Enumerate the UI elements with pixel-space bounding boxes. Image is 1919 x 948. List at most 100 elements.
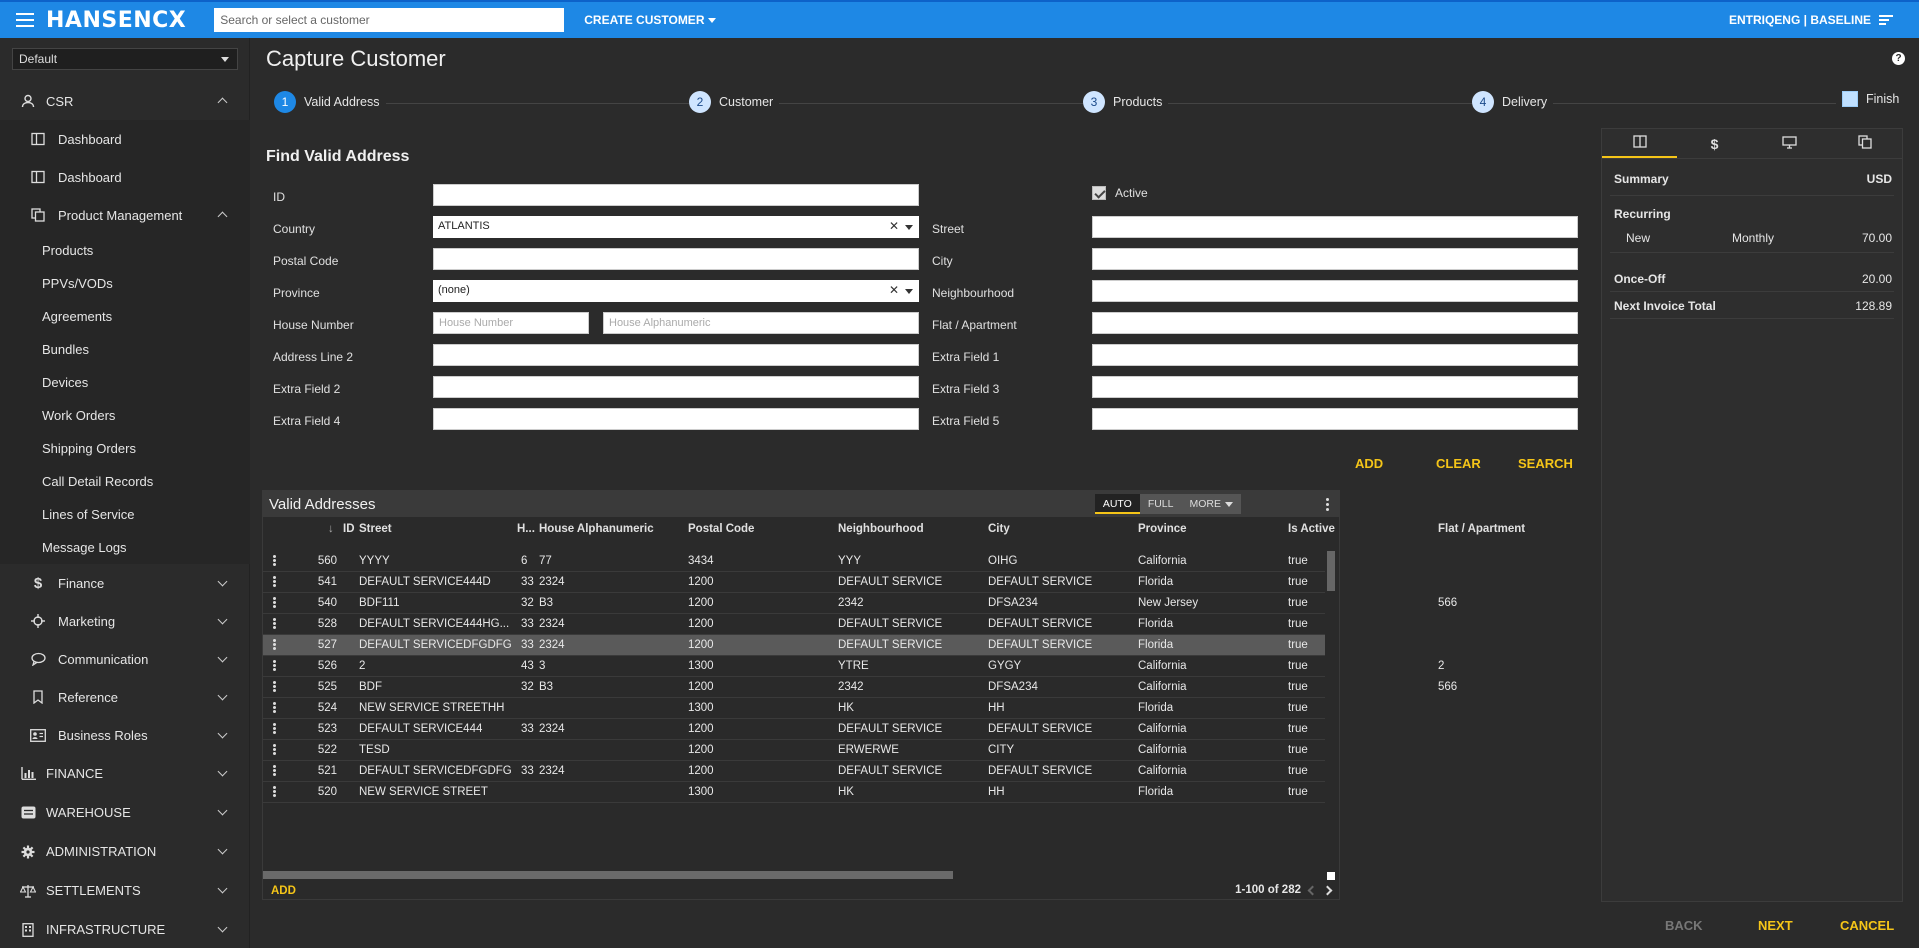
row-options-icon[interactable] <box>273 576 276 588</box>
help-icon[interactable]: ? <box>1892 52 1905 65</box>
summary-tab-columns[interactable] <box>1602 129 1677 158</box>
profile-select[interactable]: Default <box>12 48 238 70</box>
row-options-icon[interactable] <box>273 702 276 714</box>
step-customer[interactable]: 2 Customer <box>689 91 780 113</box>
extra-field3-input[interactable] <box>1092 376 1578 398</box>
scrollbar-thumb[interactable] <box>1327 551 1335 591</box>
user-context-menu[interactable]: ENTRIQENG | BASELINE <box>1729 13 1893 27</box>
next-button[interactable]: NEXT <box>1758 918 1793 933</box>
house-number-field[interactable] <box>433 312 589 334</box>
extra-field1-input[interactable] <box>1092 344 1578 366</box>
table-row[interactable]: 540 BDF111 32 B3 1200 2342 DFSA234 New Jersey tr… <box>263 593 1457 614</box>
table-row[interactable]: 560 YYYY 6 77 3434 YYY OIHG California true <box>263 551 1325 572</box>
row-options-icon[interactable] <box>273 555 276 567</box>
table-row[interactable]: 520 NEW SERVICE STREET 1300 HK HH Florida true <box>263 782 1325 803</box>
col-header-flat-apartment[interactable]: Flat / Apartment <box>1438 523 1525 535</box>
table-row[interactable]: 526 2 43 3 1300 YTRE GYGY California true 2 <box>263 656 1444 677</box>
create-customer-menu[interactable]: CREATE CUSTOMER <box>584 13 717 27</box>
row-options-icon[interactable] <box>273 786 276 798</box>
clear-icon[interactable]: ✕ <box>889 219 899 233</box>
table-row[interactable]: 528 DEFAULT SERVICE444HG... 33 2324 1200 DEFA… <box>263 614 1325 635</box>
horizontal-scrollbar[interactable] <box>263 871 1329 879</box>
extra-field5-input[interactable] <box>1092 408 1578 430</box>
sidebar-item-dashboard[interactable]: Dashboard <box>0 158 250 196</box>
col-header-province[interactable]: Province <box>1138 523 1187 535</box>
street-field[interactable] <box>1092 216 1578 238</box>
scrollbar-thumb[interactable] <box>263 871 953 879</box>
col-header-street[interactable]: Street <box>359 523 392 535</box>
col-header-id[interactable]: ID <box>343 523 355 535</box>
sidebar-item-devices[interactable]: Devices <box>0 366 250 399</box>
back-button[interactable]: BACK <box>1665 918 1703 933</box>
row-options-icon[interactable] <box>273 681 276 693</box>
step-delivery[interactable]: 4 Delivery <box>1472 91 1554 113</box>
sidebar-item-marketing[interactable]: Marketing <box>0 602 250 640</box>
country-select[interactable]: ATLANTIS ✕ <box>433 216 919 238</box>
sidebar-item-agreements[interactable]: Agreements <box>0 300 250 333</box>
chevron-right-icon[interactable] <box>1322 885 1333 895</box>
sidebar-item-work-orders[interactable]: Work Orders <box>0 399 250 432</box>
add-address-button[interactable]: ADD <box>1355 456 1383 471</box>
row-options-icon[interactable] <box>273 618 276 630</box>
address-line2-field[interactable] <box>433 344 919 366</box>
sidebar-item-lines-of-service[interactable]: Lines of Service <box>0 498 250 531</box>
sidebar-item-dashboard[interactable]: Dashboard <box>0 120 250 158</box>
flat-apartment-field[interactable] <box>1092 312 1578 334</box>
col-header-city[interactable]: City <box>988 523 1010 535</box>
sidebar-item-administration[interactable]: ADMINISTRATION <box>0 832 250 871</box>
sidebar-item-reference[interactable]: Reference <box>0 678 250 716</box>
neighbourhood-field[interactable] <box>1092 280 1578 302</box>
row-options-icon[interactable] <box>273 597 276 609</box>
col-header-neighbourhood[interactable]: Neighbourhood <box>838 523 924 535</box>
col-header-house-alphanumeric[interactable]: House Alphanumeric <box>539 523 654 535</box>
clear-icon[interactable]: ✕ <box>889 283 899 297</box>
sidebar-item-settlements[interactable]: SETTLEMENTS <box>0 871 250 910</box>
sidebar-item-business-roles[interactable]: Business Roles <box>0 716 250 754</box>
sidebar-item-products[interactable]: Products <box>0 234 250 267</box>
house-alphanumeric-field[interactable] <box>603 312 919 334</box>
extra-field2-input[interactable] <box>433 376 919 398</box>
grid-add-button[interactable]: ADD <box>271 885 296 897</box>
table-row[interactable]: 524 NEW SERVICE STREETHH 1300 HK HH Florida tr… <box>263 698 1325 719</box>
sort-desc-icon[interactable]: ↓ <box>328 523 334 535</box>
search-button[interactable]: SEARCH <box>1518 456 1573 471</box>
sidebar-item-product-management[interactable]: Product Management <box>0 196 250 234</box>
col-header-is-active[interactable]: Is Active <box>1288 523 1335 535</box>
clear-button[interactable]: CLEAR <box>1436 456 1481 471</box>
city-field[interactable] <box>1092 248 1578 270</box>
row-options-icon[interactable] <box>273 639 276 651</box>
province-select[interactable]: (none) ✕ <box>433 280 919 302</box>
sidebar-item-shipping-orders[interactable]: Shipping Orders <box>0 432 250 465</box>
cancel-button[interactable]: CANCEL <box>1840 918 1894 933</box>
sidebar-item-call-detail-records[interactable]: Call Detail Records <box>0 465 250 498</box>
col-header-house-number[interactable]: H... <box>517 523 535 535</box>
col-header-postal-code[interactable]: Postal Code <box>688 523 754 535</box>
grid-options-icon[interactable] <box>1326 498 1329 513</box>
sidebar-item-finance[interactable]: $ Finance <box>0 564 250 602</box>
sidebar-item-warehouse[interactable]: WAREHOUSE <box>0 793 250 832</box>
view-auto-button[interactable]: AUTO <box>1094 494 1140 514</box>
step-products[interactable]: 3 Products <box>1083 91 1169 113</box>
step-finish[interactable]: Finish <box>1836 91 1906 107</box>
active-checkbox[interactable] <box>1092 186 1106 200</box>
id-field[interactable] <box>433 184 919 206</box>
summary-tab-copy[interactable] <box>1827 129 1902 158</box>
sidebar-item-bundles[interactable]: Bundles <box>0 333 250 366</box>
table-row[interactable]: 523 DEFAULT SERVICE444 33 2324 1200 DEFAULT S… <box>263 719 1325 740</box>
sidebar-item-infrastructure[interactable]: INFRASTRUCTURE <box>0 910 250 948</box>
settings-lines-icon[interactable] <box>1879 15 1893 25</box>
row-options-icon[interactable] <box>273 744 276 756</box>
app-logo[interactable]: HANSENCX <box>46 8 186 33</box>
sidebar-item-finance-module[interactable]: FINANCE <box>0 754 250 793</box>
view-more-button[interactable]: MORE <box>1181 494 1241 514</box>
table-row[interactable]: 522 TESD 1200 ERWERWE CITY California true <box>263 740 1325 761</box>
postal-code-field[interactable] <box>433 248 919 270</box>
sidebar-item-csr[interactable]: CSR <box>0 82 250 120</box>
chevron-left-icon[interactable] <box>1307 885 1318 895</box>
row-options-icon[interactable] <box>273 660 276 672</box>
step-valid-address[interactable]: 1 Valid Address <box>274 91 386 113</box>
customer-search-input[interactable] <box>214 8 565 32</box>
table-row[interactable]: 527 DEFAULT SERVICEDFGDFG 33 2324 1200 DEFAUL… <box>263 635 1325 656</box>
extra-field4-input[interactable] <box>433 408 919 430</box>
sidebar-item-ppvs-vods[interactable]: PPVs/VODs <box>0 267 250 300</box>
